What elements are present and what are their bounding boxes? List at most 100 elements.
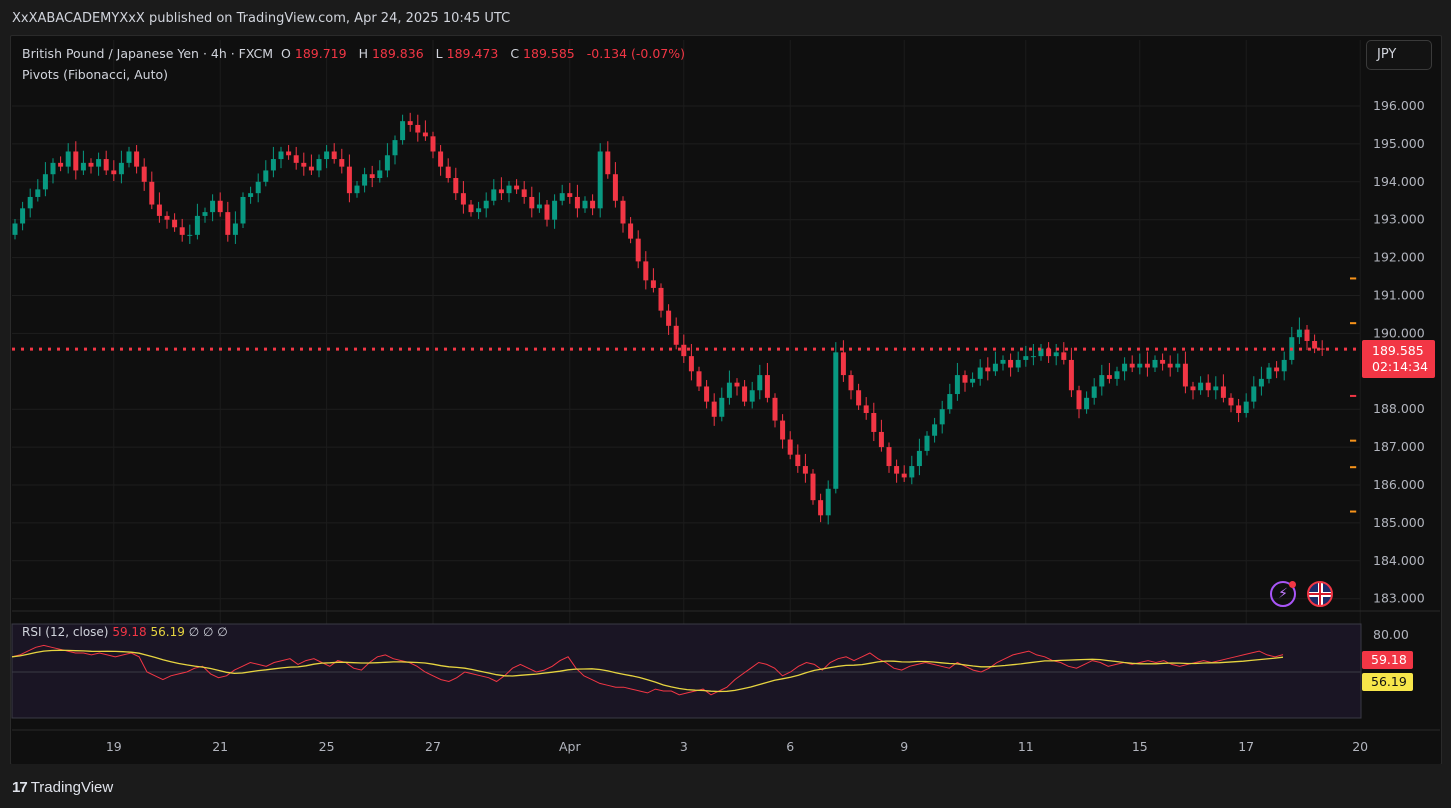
change-value: -0.134 (-0.07%) (586, 46, 685, 61)
candle-body (810, 473, 816, 501)
candle-body (476, 208, 482, 213)
x-tick-label: 3 (680, 739, 688, 754)
candle-body (460, 193, 466, 205)
candle-body (947, 394, 953, 410)
candle-body (324, 151, 330, 160)
candle-body (42, 174, 48, 190)
candle-body (400, 121, 406, 141)
candle-body (1023, 356, 1029, 360)
rsi-ma-tag: 56.19 (1362, 673, 1413, 691)
candle-body (1053, 352, 1059, 357)
y-tick-label: 194.000 (1373, 174, 1425, 189)
candle-body (1243, 401, 1249, 413)
candle-body (780, 420, 786, 440)
candle-body (681, 344, 687, 357)
candle-body (172, 219, 178, 228)
candle-body (1152, 359, 1158, 368)
candle-body (1213, 386, 1219, 391)
candle-body (88, 162, 94, 167)
candle-body (521, 189, 527, 197)
open-label: O (281, 46, 291, 61)
candle-body (316, 159, 322, 171)
chart-canvas[interactable]: 196.000 195.000 194.000 193.000 192.000 191.0… (0, 0, 1451, 808)
candle-body (278, 151, 284, 160)
candle-body (156, 204, 162, 216)
candle-body (1167, 363, 1173, 368)
candle-body (286, 151, 292, 156)
candle-body (567, 193, 573, 197)
candle-body (35, 189, 41, 197)
candle-body (1198, 382, 1204, 391)
candle-body (1106, 375, 1112, 379)
candle-body (80, 162, 86, 171)
candle-body (126, 151, 132, 163)
candle-body (658, 287, 664, 311)
y-tick-label: 186.000 (1373, 477, 1425, 492)
currency-button[interactable]: JPY (1366, 40, 1432, 70)
candle-body (377, 170, 383, 179)
candle-body (871, 412, 877, 432)
candle-body (1296, 329, 1302, 338)
indicator-pivots-label[interactable]: Pivots (Fibonacci, Auto) (22, 67, 168, 82)
candle-body (118, 162, 124, 175)
tv-brand-name: TradingView (30, 779, 114, 796)
candle-body (772, 397, 778, 421)
y-tick-label: 196.000 (1373, 98, 1425, 113)
candle-body (962, 375, 968, 383)
candle-body (65, 151, 71, 167)
candle-body (1061, 352, 1067, 360)
candle-body (73, 151, 79, 171)
y-tick-label: 192.000 (1373, 250, 1425, 265)
candle-body (506, 185, 512, 194)
y-tick-label: 191.000 (1373, 288, 1425, 303)
rsi-axis-label: 80.00 (1373, 627, 1409, 642)
x-tick-label: 21 (212, 739, 228, 754)
flash-icon[interactable]: ⚡ (1270, 581, 1296, 607)
candle-body (635, 238, 641, 262)
y-tick-label: 185.000 (1373, 515, 1425, 530)
candle-body (445, 166, 451, 179)
rsi-label[interactable]: RSI (12, close) (22, 625, 108, 639)
x-tick-label: 11 (1018, 739, 1034, 754)
candle-body (263, 170, 269, 182)
x-tick-label: 19 (106, 739, 122, 754)
candle-body (833, 352, 839, 489)
candle-body (1015, 359, 1021, 368)
candle-body (407, 121, 413, 125)
candle-body (1030, 356, 1036, 358)
x-tick-label: 6 (786, 739, 794, 754)
candle-body (1144, 363, 1150, 368)
candle-body (255, 181, 261, 194)
symbol-title[interactable]: British Pound / Japanese Yen · 4h · FXCM (22, 46, 273, 61)
notification-dot (1289, 581, 1296, 588)
candle-body (840, 352, 846, 376)
candle-body (1266, 367, 1272, 379)
candle-body (749, 390, 755, 402)
candle-body (12, 223, 18, 235)
current-price: 189.585 (1372, 343, 1424, 358)
candle-body (643, 261, 649, 281)
candle-body (757, 375, 763, 391)
candle-body (1281, 359, 1287, 372)
candle-body (863, 405, 869, 413)
candle-body (977, 367, 983, 379)
candle-body (240, 196, 246, 224)
candle-body (453, 178, 459, 194)
candle-body (346, 166, 352, 194)
candle-body (886, 447, 892, 467)
candle-body (1137, 363, 1143, 368)
tradingview-logo[interactable]: 17 TradingView (12, 779, 113, 796)
candle-body (970, 378, 976, 383)
candle-body (574, 196, 580, 209)
candle-body (1319, 348, 1325, 350)
candle-body (992, 363, 998, 372)
candle-body (483, 200, 489, 209)
candle-body (726, 382, 732, 398)
uk-flag-icon[interactable] (1307, 581, 1333, 607)
candle-body (559, 193, 565, 201)
candle-body (612, 174, 618, 201)
candle-body (848, 375, 854, 391)
candle-body (179, 227, 185, 235)
candle-body (392, 140, 398, 156)
x-tick-label: 17 (1238, 739, 1254, 754)
